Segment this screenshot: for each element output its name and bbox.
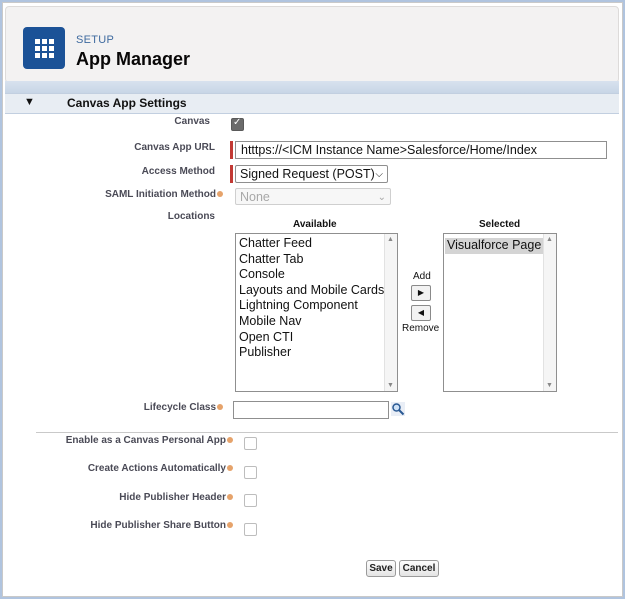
list-item[interactable]: Chatter Tab	[237, 252, 397, 268]
chevron-down-icon: ⌵	[375, 169, 383, 180]
hide-share-button-checkbox[interactable]	[244, 523, 257, 536]
option-label: Create Actions Automatically	[88, 463, 233, 474]
help-icon[interactable]	[217, 191, 223, 198]
section-divider	[36, 432, 618, 433]
hide-publisher-header-checkbox[interactable]	[244, 494, 257, 507]
add-label: Add	[413, 271, 431, 282]
app-grid-icon	[23, 27, 65, 69]
help-icon[interactable]	[227, 494, 233, 501]
option-label-text: Enable as a Canvas Personal App	[65, 435, 226, 446]
page-header: SETUP App Manager	[5, 6, 619, 83]
saml-select: None ⌄	[235, 188, 391, 205]
list-item[interactable]: Console	[237, 267, 397, 283]
option-label-text: Create Actions Automatically	[87, 463, 226, 474]
access-method-value: Signed Request (POST)	[240, 167, 375, 181]
list-item[interactable]: Lightning Component	[237, 298, 397, 314]
saml-label: SAML Initiation Method	[105, 189, 223, 200]
option-label: Hide Publisher Share Button	[90, 520, 233, 531]
option-label: Enable as a Canvas Personal App	[66, 435, 233, 446]
available-list: Chatter Feed Chatter Tab Console Layouts…	[236, 234, 397, 361]
scroll-up-icon[interactable]: ▲	[387, 236, 394, 243]
section-header[interactable]: ▼ Canvas App Settings	[5, 93, 619, 114]
magnifier-icon[interactable]	[391, 402, 405, 416]
list-item[interactable]: Publisher	[237, 345, 397, 361]
lifecycle-label: Lifecycle Class	[144, 402, 223, 413]
remove-label: Remove	[402, 323, 440, 334]
canvas-label: Canvas	[174, 116, 210, 127]
scroll-down-icon[interactable]: ▼	[546, 382, 553, 389]
save-button[interactable]: Save	[366, 560, 396, 577]
available-header: Available	[293, 219, 337, 230]
triangle-down-icon[interactable]: ▼	[24, 96, 35, 108]
section-title: Canvas App Settings	[67, 96, 187, 110]
list-item[interactable]: Mobile Nav	[237, 314, 397, 330]
help-icon[interactable]	[227, 522, 233, 529]
list-item[interactable]: Chatter Feed	[237, 236, 397, 252]
help-icon[interactable]	[217, 404, 223, 411]
arrow-left-icon: ◀	[417, 308, 425, 317]
personal-app-checkbox[interactable]	[244, 437, 257, 450]
scrollbar[interactable]: ▲ ▼	[543, 234, 556, 391]
lifecycle-label-text: Lifecycle Class	[143, 402, 216, 413]
selected-list: Visualforce Page	[444, 234, 556, 254]
access-method-label: Access Method	[141, 166, 215, 177]
cancel-button[interactable]: Cancel	[399, 560, 439, 577]
required-indicator	[230, 141, 233, 159]
required-indicator	[230, 165, 233, 183]
access-method-select[interactable]: Signed Request (POST) ⌵	[235, 165, 388, 183]
add-button[interactable]: ▶	[411, 285, 431, 301]
chevron-down-icon: ⌄	[377, 192, 386, 203]
lifecycle-input[interactable]	[233, 401, 389, 419]
page-title: App Manager	[76, 49, 191, 69]
scrollbar[interactable]: ▲ ▼	[384, 234, 397, 391]
locations-label: Locations	[167, 211, 215, 222]
available-listbox[interactable]: Chatter Feed Chatter Tab Console Layouts…	[235, 233, 398, 392]
canvas-url-input[interactable]: htttps://<ICM Instance Name>Salesforce/H…	[235, 141, 607, 159]
create-actions-checkbox[interactable]	[244, 466, 257, 479]
scroll-down-icon[interactable]: ▼	[387, 382, 394, 389]
remove-button[interactable]: ◀	[411, 305, 431, 321]
help-icon[interactable]	[227, 437, 233, 444]
help-icon[interactable]	[227, 465, 233, 472]
option-label-text: Hide Publisher Header	[119, 492, 226, 503]
canvas-url-label: Canvas App URL	[134, 142, 215, 153]
option-label: Hide Publisher Header	[119, 492, 233, 503]
selected-listbox[interactable]: Visualforce Page ▲ ▼	[443, 233, 557, 392]
saml-value: None	[240, 190, 270, 204]
selected-header: Selected	[479, 219, 521, 230]
scroll-up-icon[interactable]: ▲	[546, 236, 553, 243]
canvas-checkbox[interactable]	[231, 117, 244, 131]
list-item[interactable]: Layouts and Mobile Cards	[237, 283, 397, 299]
breadcrumb[interactable]: SETUP	[76, 34, 114, 46]
option-label-text: Hide Publisher Share Button	[90, 520, 226, 531]
list-item[interactable]: Open CTI	[237, 330, 397, 346]
arrow-right-icon: ▶	[417, 288, 425, 297]
list-item[interactable]: Visualforce Page	[445, 238, 546, 254]
saml-label-text: SAML Initiation Method	[105, 189, 216, 200]
